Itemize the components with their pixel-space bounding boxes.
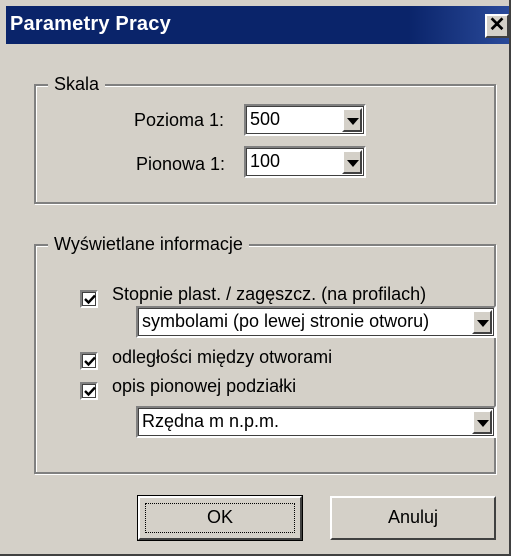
title-bar[interactable]: Parametry Pracy ✕ <box>6 6 509 44</box>
close-icon: ✕ <box>488 14 506 36</box>
ok-button[interactable]: OK <box>137 495 303 541</box>
vertical-scale-label: Pionowa 1: <box>136 154 226 174</box>
degrees-checkbox[interactable] <box>80 290 98 308</box>
horizontal-scale-value: 500 <box>250 109 281 129</box>
close-button[interactable]: ✕ <box>485 14 509 38</box>
vertical-scale-value: 100 <box>250 151 281 171</box>
chevron-down-icon <box>477 320 489 327</box>
display-info-group-label: Wyświetlane informacje <box>48 234 249 254</box>
degrees-mode-value: symbolami (po lewej stronie otworu) <box>142 311 430 331</box>
checkmark-icon <box>84 386 96 397</box>
window-title: Parametry Pracy <box>10 13 171 35</box>
ok-button-label: OK <box>206 507 233 527</box>
chevron-down-icon <box>477 420 489 427</box>
vertical-scale-combo[interactable]: 100 <box>244 146 366 178</box>
elevation-dropdown-button[interactable] <box>472 410 492 434</box>
degrees-mode-combo[interactable]: symbolami (po lewej stronie otworu) <box>136 306 496 338</box>
checkmark-icon <box>84 356 96 367</box>
horizontal-scale-label: Pozioma 1: <box>134 110 225 130</box>
horizontal-scale-dropdown-button[interactable] <box>342 108 362 132</box>
vertical-scale-desc-label[interactable]: opis pionowej podziałki <box>112 376 296 397</box>
vertical-scale-desc-checkbox[interactable] <box>80 382 98 400</box>
degrees-mode-dropdown-button[interactable] <box>472 310 492 334</box>
cancel-button-label: Anuluj <box>387 507 439 527</box>
distances-label[interactable]: odległości między otworami <box>112 347 332 368</box>
chevron-down-icon <box>347 118 359 125</box>
elevation-value: Rzędna m n.p.m. <box>142 411 280 431</box>
horizontal-scale-combo[interactable]: 500 <box>244 104 366 136</box>
cancel-button[interactable]: Anuluj <box>330 496 496 540</box>
degrees-label[interactable]: Stopnie plast. / zagęszcz. (na profilach… <box>112 284 426 305</box>
scale-group-label: Skala <box>48 74 106 94</box>
elevation-combo[interactable]: Rzędna m n.p.m. <box>136 406 496 438</box>
dialog-window: Parametry Pracy ✕ Skala Pozioma 1: 500 P… <box>0 0 511 556</box>
checkmark-icon <box>84 294 96 305</box>
scale-group: Skala <box>34 74 496 204</box>
vertical-scale-dropdown-button[interactable] <box>342 150 362 174</box>
chevron-down-icon <box>347 160 359 167</box>
distances-checkbox[interactable] <box>80 352 98 370</box>
